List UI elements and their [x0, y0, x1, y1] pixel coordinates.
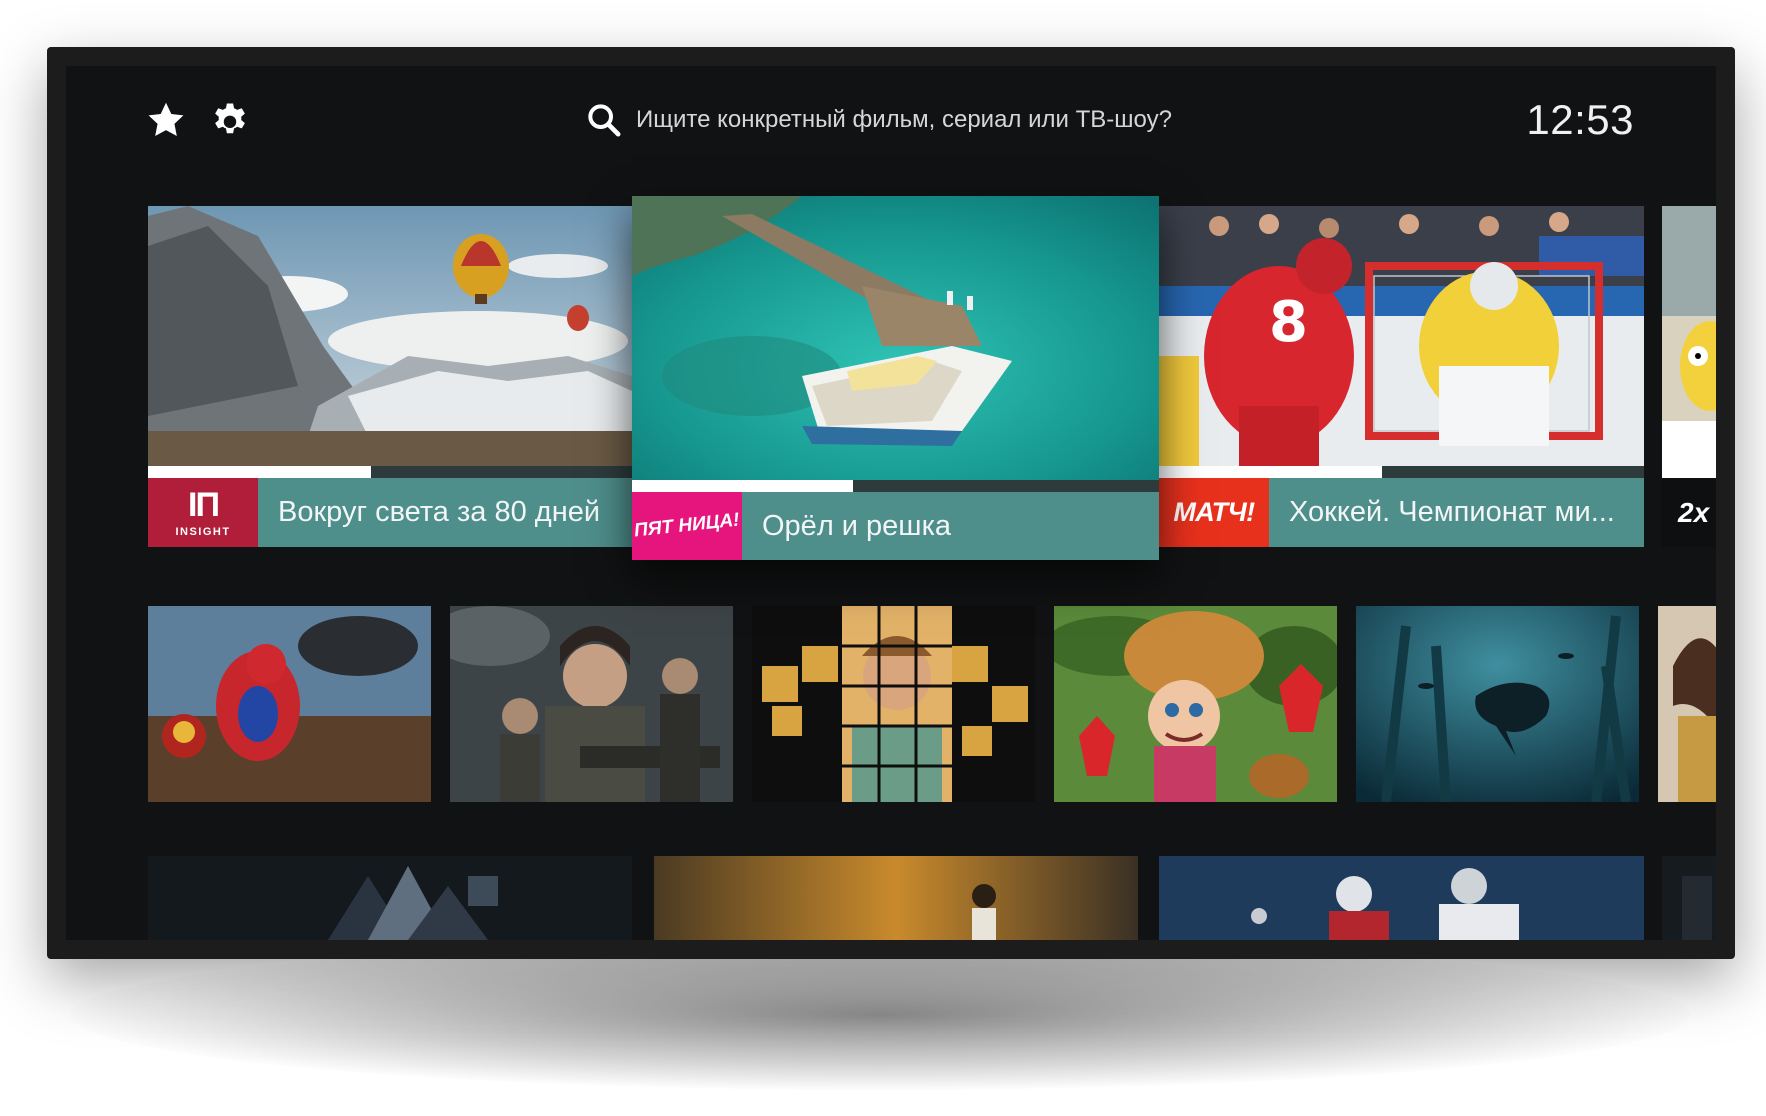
channel-info-bar: 2x [1662, 478, 1716, 547]
star-icon [148, 102, 184, 136]
progress-bar [1662, 466, 1716, 478]
2x2-logo: 2x [1662, 478, 1716, 547]
channel-info-bar: ПЯТ НИЦА! Орёл и решка [632, 492, 1159, 560]
program-title: Вокруг света за 80 дней [278, 496, 601, 528]
woman-in-gold-dress-poster[interactable] [1658, 606, 1716, 802]
progress-bar [148, 466, 632, 478]
progress-bar-fill [1662, 466, 1716, 478]
hockey-players-poster[interactable] [1159, 856, 1644, 940]
progress-bar [632, 480, 1159, 492]
tv-screen: Ищите конкретный фильм, сериал или ТВ-шо… [66, 66, 1716, 940]
search-placeholder: Ищите конкретный фильм, сериал или ТВ-шо… [636, 106, 1172, 133]
channel-card-pyatnitsa[interactable]: ПЯТ НИЦА! Орёл и решка [632, 196, 1159, 560]
channel-preview-image [148, 206, 632, 466]
masha-and-the-bear-poster[interactable] [1054, 606, 1337, 802]
program-title: Орёл и решка [762, 509, 952, 542]
clock: 12:53 [1526, 96, 1634, 143]
progress-bar-fill [1159, 466, 1383, 478]
channel-card-2x2[interactable]: 2x [1662, 206, 1716, 547]
svg-text:8: 8 [1269, 290, 1308, 355]
favorites-button[interactable] [144, 98, 188, 142]
channel-preview-image [632, 196, 1159, 480]
football-sunset-poster[interactable] [654, 856, 1138, 940]
progress-bar-fill [148, 466, 371, 478]
insight-logo: IΠ INSIGHT [148, 478, 258, 547]
search-bar[interactable]: Ищите конкретный фильм, сериал или ТВ-шо… [584, 96, 1264, 144]
search-icon [588, 104, 621, 137]
pyatnitsa-logo: ПЯТ НИЦА! [632, 492, 742, 560]
the-good-doctor-poster[interactable] [752, 606, 1035, 802]
underwater-documentary-poster[interactable] [1356, 606, 1639, 802]
tv-shadow [70, 940, 1690, 1090]
program-title: Хоккей. Чемпионат ми... [1289, 496, 1615, 528]
partial-dark-poster[interactable] [1662, 856, 1716, 940]
spider-man-poster[interactable] [148, 606, 431, 802]
channel-card-match[interactable]: 8 МАТЧ! Хоккей. Чемпионат ми... [1159, 206, 1644, 547]
channel-info-bar: МАТЧ! Хоккей. Чемпионат ми... [1159, 478, 1644, 547]
channel-preview-image: 8 [1159, 206, 1644, 466]
alien-covenant-poster[interactable] [450, 606, 733, 802]
progress-bar-fill [632, 480, 854, 492]
settings-button[interactable] [208, 98, 252, 142]
channel-card-insight[interactable]: IΠ INSIGHT Вокруг света за 80 дней [148, 206, 632, 547]
channel-preview-image [1662, 206, 1716, 466]
match-logo: МАТЧ! [1159, 478, 1269, 547]
abstract-dark-poster[interactable] [148, 856, 632, 940]
progress-bar [1159, 466, 1644, 478]
gear-icon [215, 103, 245, 134]
channel-info-bar: IΠ INSIGHT Вокруг света за 80 дней [148, 478, 632, 547]
